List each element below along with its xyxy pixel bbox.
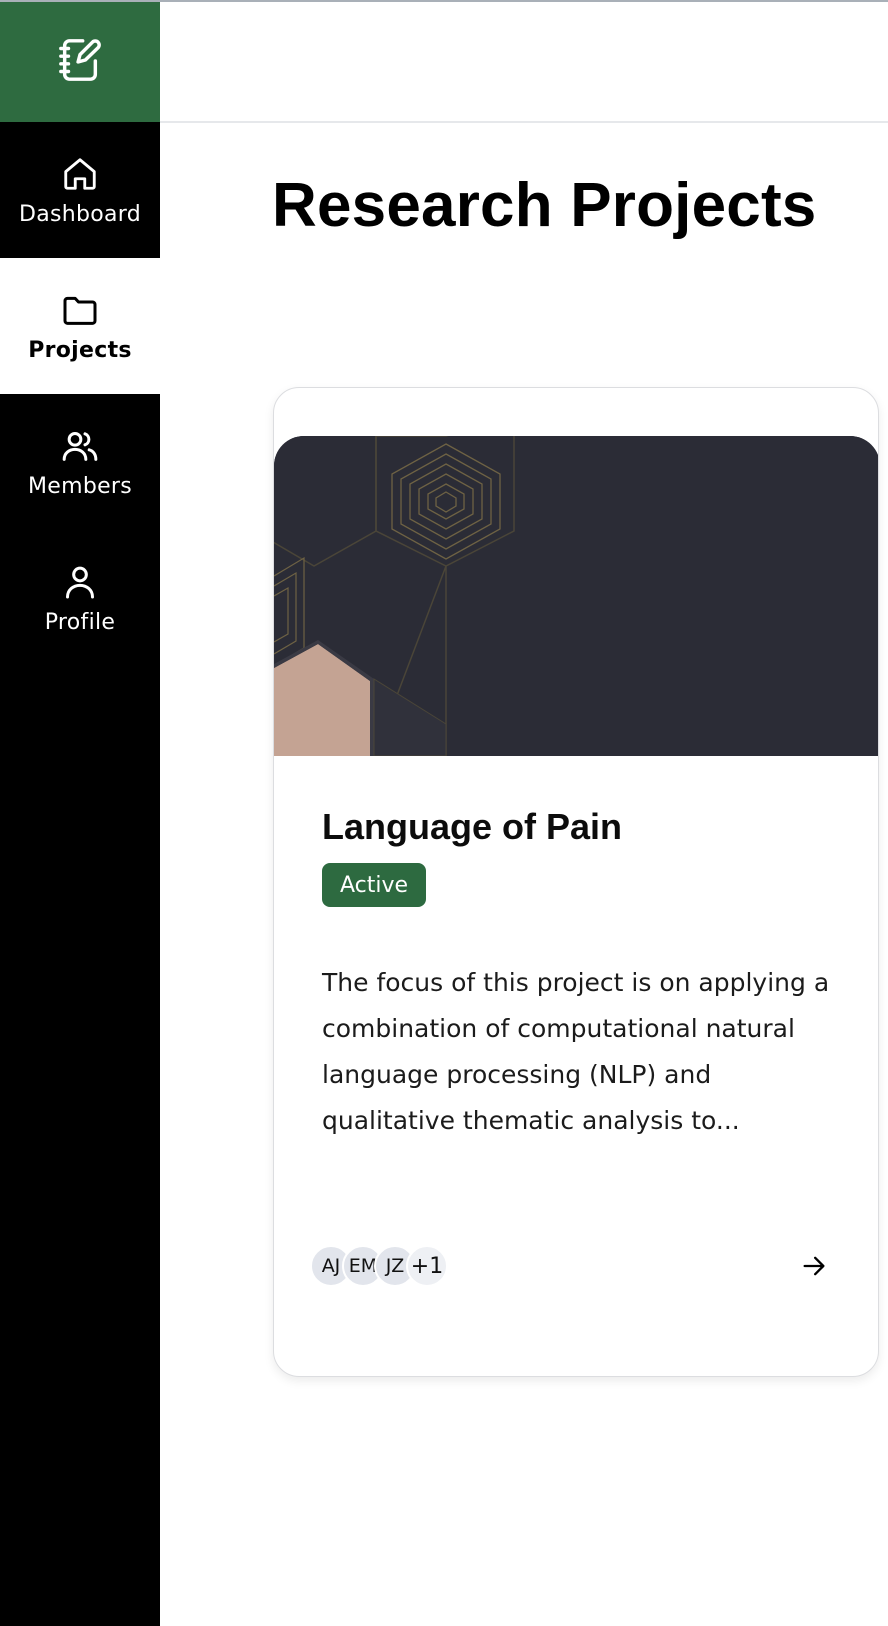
folder-icon <box>60 290 100 330</box>
sidebar-item-members[interactable]: Members <box>0 394 160 530</box>
sidebar-item-label: Profile <box>44 609 116 635</box>
sidebar-item-dashboard[interactable]: Dashboard <box>0 122 160 258</box>
project-card[interactable]: Language of Pain Active The focus of thi… <box>273 387 879 1377</box>
project-cover-image <box>274 436 878 756</box>
sidebar-item-projects[interactable]: Projects <box>0 258 160 394</box>
arrow-right-icon[interactable] <box>798 1250 830 1282</box>
status-badge: Active <box>322 863 427 907</box>
notebook-edit-icon <box>57 37 103 87</box>
avatar-more-count: +1 <box>406 1245 448 1287</box>
project-description: The focus of this project is on applying… <box>322 968 830 1135</box>
project-title[interactable]: Language of Pain <box>322 806 622 848</box>
users-icon <box>60 426 100 466</box>
sidebar: Dashboard Projects Members Profile <box>0 2 160 1626</box>
sidebar-item-label: Members <box>27 473 133 499</box>
top-bar <box>160 2 888 123</box>
page-title: Research Projects <box>272 171 817 240</box>
home-icon <box>60 154 100 194</box>
member-avatars: AJ EM JZ +1 <box>310 1245 448 1287</box>
sidebar-item-profile[interactable]: Profile <box>0 530 160 666</box>
sidebar-item-label: Projects <box>28 337 132 363</box>
sidebar-item-label: Dashboard <box>18 201 142 227</box>
user-icon <box>60 562 100 602</box>
app-logo[interactable] <box>0 2 160 122</box>
